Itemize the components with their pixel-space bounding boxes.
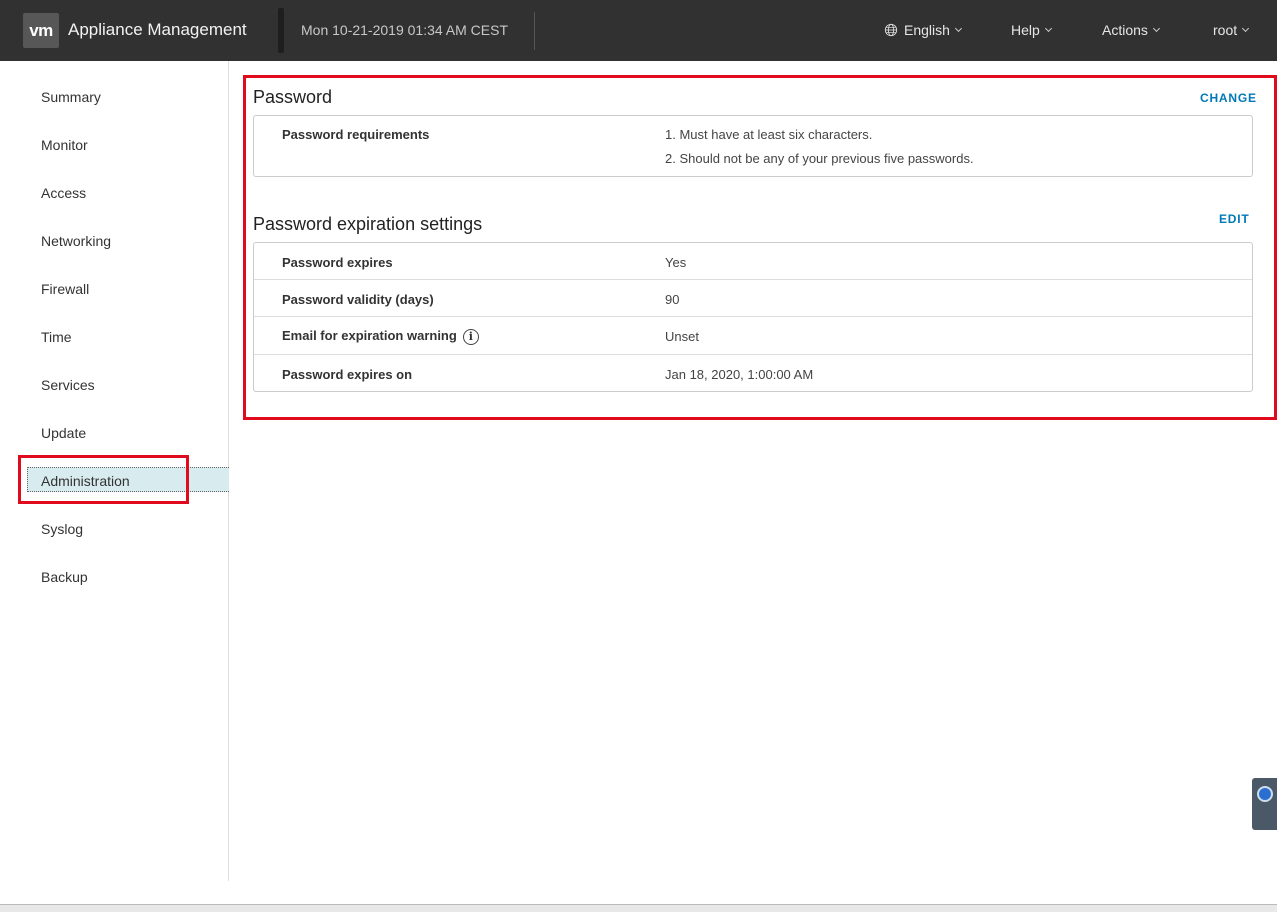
user-menu[interactable]: root	[1213, 22, 1250, 38]
table-row: Email for expiration warning i Unset	[254, 317, 1252, 355]
actions-label: Actions	[1102, 22, 1148, 38]
actions-menu[interactable]: Actions	[1102, 22, 1160, 38]
email-expiration-value: Unset	[665, 329, 699, 344]
user-label: root	[1213, 22, 1238, 38]
info-icon[interactable]: i	[462, 328, 479, 345]
remote-support-icon	[1257, 786, 1273, 802]
expiration-settings-card: Password expires Yes Password validity (…	[253, 242, 1253, 392]
header-divider	[278, 8, 284, 53]
password-expires-value: Yes	[665, 255, 687, 270]
language-menu[interactable]: English	[884, 22, 962, 38]
password-requirements-card: Password requirements 1. Must have at le…	[253, 115, 1253, 177]
email-expiration-label-text: Email for expiration warning	[282, 328, 457, 343]
sidebar-item-access[interactable]: Access	[41, 185, 86, 201]
edit-expiration-button[interactable]: EDIT	[1219, 212, 1250, 226]
top-header: vm Appliance Management Mon 10-21-2019 0…	[0, 0, 1277, 61]
app-title: Appliance Management	[68, 20, 247, 39]
table-row: Password expires Yes	[254, 243, 1252, 280]
sidebar-item-backup[interactable]: Backup	[41, 569, 88, 585]
highlight-annotation-nav	[18, 455, 189, 504]
password-requirement-item: 2. Should not be any of your previous fi…	[665, 151, 974, 166]
sidebar-item-time[interactable]: Time	[41, 329, 72, 345]
chevron-down-icon	[1044, 24, 1052, 33]
password-expires-label: Password expires	[282, 255, 393, 270]
remote-support-widget[interactable]	[1252, 778, 1277, 830]
change-password-button[interactable]: CHANGE	[1200, 91, 1257, 105]
table-row: Password expires on Jan 18, 2020, 1:00:0…	[254, 355, 1252, 391]
password-section-title: Password	[253, 87, 333, 107]
chevron-down-icon	[954, 24, 962, 33]
sidebar-item-update[interactable]: Update	[41, 425, 86, 441]
globe-icon	[884, 23, 898, 37]
expiration-section-title: Password expiration settings	[253, 214, 483, 234]
header-divider-thin	[534, 12, 535, 50]
password-requirements-label: Password requirements	[282, 127, 430, 142]
help-menu[interactable]: Help	[1011, 22, 1052, 38]
sidebar-item-syslog[interactable]: Syslog	[41, 521, 83, 537]
password-validity-value: 90	[665, 292, 680, 307]
password-validity-label: Password validity (days)	[282, 292, 434, 307]
chevron-down-icon	[1242, 24, 1250, 33]
password-expires-on-value: Jan 18, 2020, 1:00:00 AM	[665, 367, 814, 382]
taskbar-strip	[0, 904, 1277, 912]
vmware-logo[interactable]: vm	[23, 13, 59, 48]
sidebar-item-networking[interactable]: Networking	[41, 233, 111, 249]
sidebar-item-firewall[interactable]: Firewall	[41, 281, 89, 297]
password-requirements-row: Password requirements 1. Must have at le…	[254, 116, 1252, 176]
help-label: Help	[1011, 22, 1040, 38]
language-label: English	[904, 22, 950, 38]
sidebar-nav: Summary Monitor Access Networking Firewa…	[0, 61, 229, 881]
header-datetime: Mon 10-21-2019 01:34 AM CEST	[301, 22, 509, 38]
email-expiration-label: Email for expiration warning i	[282, 328, 479, 345]
sidebar-item-monitor[interactable]: Monitor	[41, 137, 88, 153]
sidebar-item-services[interactable]: Services	[41, 377, 95, 393]
password-expires-on-label: Password expires on	[282, 367, 413, 382]
password-requirement-item: 1. Must have at least six characters.	[665, 127, 873, 142]
sidebar-item-summary[interactable]: Summary	[41, 89, 101, 105]
chevron-down-icon	[1152, 24, 1160, 33]
table-row: Password validity (days) 90	[254, 280, 1252, 317]
